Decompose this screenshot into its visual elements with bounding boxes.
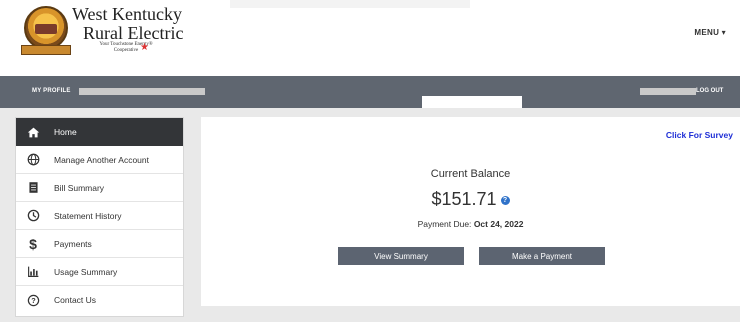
menu-button[interactable]: MENU ▾	[694, 28, 726, 37]
survey-link[interactable]: Click For Survey	[666, 130, 733, 140]
sidebar-item-statement-history[interactable]: Statement History	[16, 202, 183, 230]
account-summary-card: Click For Survey Current Balance $151.71…	[201, 117, 740, 306]
balance-amount: $151.71	[431, 189, 497, 209]
view-summary-button[interactable]: View Summary	[338, 247, 464, 265]
logout-link[interactable]: LOG OUT	[696, 88, 723, 94]
sidebar-item-label: Contact Us	[54, 295, 97, 305]
document-icon	[26, 181, 40, 195]
home-icon	[26, 125, 40, 139]
touchstone-star-icon: ★	[140, 42, 149, 53]
balance-amount-row: $151.71?	[201, 189, 740, 210]
logo-name-line2: Rural Electric	[83, 23, 184, 43]
sidebar-nav: Home Manage Another Account Bill Summary…	[15, 117, 184, 317]
sidebar-item-label: Payments	[54, 238, 92, 249]
bar-chart-icon	[26, 265, 40, 279]
clock-icon	[26, 209, 40, 223]
site-header: West Kentucky Rural Electric Your Touchs…	[0, 0, 740, 76]
question-icon: ?	[26, 293, 40, 307]
sidebar-item-label: Statement History	[54, 210, 122, 221]
payment-due: Payment Due: Oct 24, 2022	[201, 219, 740, 229]
info-icon[interactable]: ?	[500, 195, 510, 205]
logo-seal-icon	[24, 6, 68, 50]
sidebar-item-label: Bill Summary	[54, 182, 105, 193]
sidebar-item-bill-summary[interactable]: Bill Summary	[16, 174, 183, 202]
header-shadow	[230, 0, 470, 8]
sidebar-item-home[interactable]: Home	[16, 118, 183, 146]
globe-icon	[26, 153, 40, 167]
sidebar-item-usage-summary[interactable]: Usage Summary	[16, 258, 183, 286]
svg-text:?: ?	[31, 296, 36, 305]
redacted-account-info	[79, 88, 205, 95]
sidebar-item-contact-us[interactable]: ? Contact Us	[16, 286, 183, 314]
sidebar-item-payments[interactable]: $ Payments	[16, 230, 183, 258]
sidebar-item-label: Usage Summary	[54, 266, 118, 277]
logo-ribbon	[21, 45, 71, 55]
dollar-icon: $	[29, 235, 37, 252]
sidebar-item-label: Manage Another Account	[54, 154, 149, 165]
make-payment-button[interactable]: Make a Payment	[479, 247, 605, 265]
my-profile-link[interactable]: MY PROFILE	[32, 88, 71, 94]
payment-due-date: Oct 24, 2022	[473, 219, 524, 229]
profile-bar: MY PROFILE LOG OUT	[0, 76, 740, 108]
logo-name-line1: West Kentucky	[72, 4, 183, 24]
sidebar-item-manage-account[interactable]: Manage Another Account	[16, 146, 183, 174]
balance-title: Current Balance	[430, 168, 511, 180]
sidebar-item-label: Home	[54, 127, 77, 137]
payment-due-label: Payment Due:	[417, 219, 472, 229]
redacted-user-name	[640, 88, 696, 95]
